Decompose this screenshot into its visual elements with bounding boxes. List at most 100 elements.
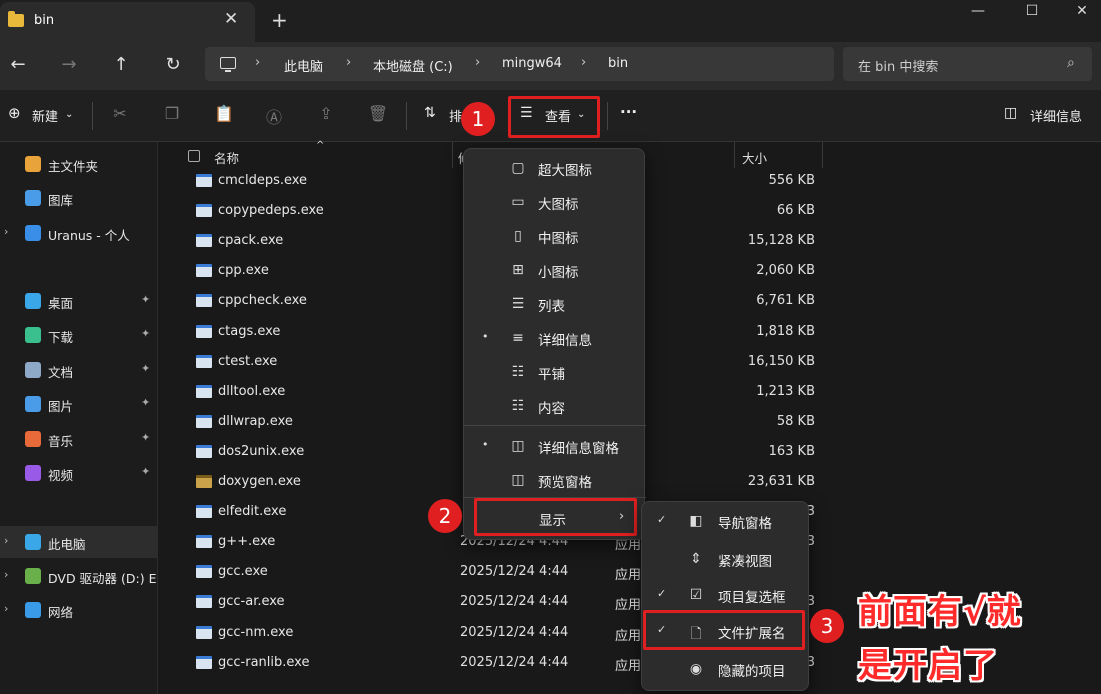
view-menu-item[interactable]: ▯ 中图标 xyxy=(464,219,644,253)
details-pane-icon[interactable]: ◫ xyxy=(1004,105,1017,121)
view-menu-item-label: 预览窗格 xyxy=(538,475,592,491)
executable-icon xyxy=(196,414,212,428)
sidebar-item[interactable]: › 此电脑 xyxy=(0,526,158,558)
sidebar-item[interactable]: › DVD 驱动器 (D:) E xyxy=(0,560,158,592)
breadcrumb-chevron-icon[interactable]: › xyxy=(346,55,351,70)
preview-pane-icon: ◫ xyxy=(511,472,525,488)
view-lines-icon[interactable]: ☰ xyxy=(520,105,533,121)
cut-icon[interactable]: ✂ xyxy=(108,104,132,123)
sidebar-item[interactable]: 视频 ✦ xyxy=(0,457,158,489)
executable-icon xyxy=(196,595,212,609)
sidebar-item-label: 文档 xyxy=(48,365,74,380)
sort-button[interactable]: 排 xyxy=(449,106,462,125)
breadcrumb-mingw64[interactable]: mingw64 xyxy=(502,56,562,71)
sidebar-item[interactable]: 文档 ✦ xyxy=(0,354,158,386)
pin-icon[interactable]: ✦ xyxy=(141,327,150,340)
show-menu-item[interactable]: ✓ ◧ 导航窗格 xyxy=(642,504,808,538)
column-divider[interactable] xyxy=(734,142,735,168)
breadcrumb-this-pc[interactable]: 此电脑 xyxy=(284,56,323,75)
show-menu-item-label: 项目复选框 xyxy=(718,590,786,606)
copy-icon[interactable]: ❐ xyxy=(160,104,184,123)
rename-icon[interactable]: Ⓐ xyxy=(262,104,286,128)
file-size: 16,150 KB xyxy=(747,353,815,369)
view-menu-item[interactable]: ◫ 预览窗格 xyxy=(464,463,644,497)
column-divider[interactable] xyxy=(822,142,823,168)
show-menu-item[interactable]: ⇕ 紧凑视图 xyxy=(642,542,808,576)
close-tab-icon[interactable]: ✕ xyxy=(224,9,238,29)
sort-icon[interactable]: ⇅ xyxy=(424,105,436,121)
file-name: doxygen.exe xyxy=(218,474,301,489)
view-menu-item[interactable]: ▭ 大图标 xyxy=(464,185,644,219)
sidebar-item[interactable]: 图片 ✦ xyxy=(0,388,158,420)
show-menu-item[interactable]: ◉ 隐藏的项目 xyxy=(642,652,808,686)
executable-icon xyxy=(196,535,212,549)
file-name: cmcldeps.exe xyxy=(218,173,308,188)
back-button[interactable]: ← xyxy=(4,54,32,75)
download-icon xyxy=(25,327,41,343)
chevron-right-icon[interactable]: › xyxy=(4,568,8,581)
chevron-down-icon[interactable]: ⌄ xyxy=(577,109,585,120)
delete-icon[interactable]: 🗑 xyxy=(366,104,390,123)
chevron-down-icon[interactable]: ⌄ xyxy=(65,109,73,120)
sidebar-item-label: DVD 驱动器 (D:) E xyxy=(48,571,157,586)
sidebar-item[interactable]: 桌面 ✦ xyxy=(0,285,158,317)
tab-bin[interactable]: bin ✕ xyxy=(0,2,255,42)
view-menu-item[interactable]: • ◫ 详细信息窗格 xyxy=(464,429,644,463)
more-options-button[interactable]: ··· xyxy=(620,103,637,121)
divider xyxy=(607,102,608,130)
chevron-right-icon[interactable]: › xyxy=(4,534,8,547)
breadcrumb-local-disk[interactable]: 本地磁盘 (C:) xyxy=(373,56,453,75)
view-menu-item[interactable]: • ≡ 详细信息 xyxy=(464,321,644,355)
search-box[interactable]: 在 bin 中搜索 ⌕ xyxy=(843,47,1092,81)
view-button[interactable]: 查看 xyxy=(545,106,571,125)
sidebar-item[interactable]: › Uranus - 个人 xyxy=(0,217,158,249)
share-icon[interactable]: ⇪ xyxy=(314,104,338,123)
new-plus-icon[interactable]: ⊕ xyxy=(8,104,21,122)
gallery-icon xyxy=(25,190,41,206)
sidebar-item[interactable]: 主文件夹 xyxy=(0,148,158,180)
column-size[interactable]: 大小 xyxy=(742,148,767,167)
pin-icon[interactable]: ✦ xyxy=(141,431,150,444)
search-icon[interactable]: ⌕ xyxy=(1067,55,1075,71)
view-menu-item[interactable]: ⊞ 小图标 xyxy=(464,253,644,287)
view-menu-item[interactable]: ▢ 超大图标 xyxy=(464,151,644,185)
details-button[interactable]: 详细信息 xyxy=(1030,106,1082,125)
view-menu-item[interactable]: ☷ 内容 xyxy=(464,389,644,423)
up-button[interactable]: ↑ xyxy=(107,54,135,75)
cloud-icon xyxy=(25,225,41,241)
view-menu-item[interactable]: ☰ 列表 xyxy=(464,287,644,321)
select-all-checkbox[interactable] xyxy=(188,150,200,162)
minimize-button[interactable]: — xyxy=(958,3,998,19)
file-row[interactable]: gcc.exe 2025/12/24 4:44 应用 xyxy=(158,557,1101,587)
chevron-right-icon[interactable]: › xyxy=(4,225,8,238)
breadcrumb-bin[interactable]: bin xyxy=(608,56,628,71)
show-menu-item[interactable]: ✓ ☑ 项目复选框 xyxy=(642,578,808,612)
forward-button[interactable]: → xyxy=(55,54,83,75)
new-tab-button[interactable]: + xyxy=(271,8,288,32)
paste-icon[interactable]: 📋 xyxy=(212,104,236,123)
sidebar-item[interactable]: › 网络 xyxy=(0,594,158,626)
maximize-button[interactable]: ☐ xyxy=(1012,3,1052,19)
breadcrumb-chevron-icon[interactable]: › xyxy=(581,55,586,70)
close-window-button[interactable]: ✕ xyxy=(1062,3,1101,19)
refresh-button[interactable]: ↻ xyxy=(159,54,187,75)
pin-icon[interactable]: ✦ xyxy=(141,396,150,409)
executable-icon xyxy=(196,505,212,519)
sidebar-item-label: 网络 xyxy=(48,605,74,620)
file-size: 23,631 KB xyxy=(747,474,815,489)
new-button[interactable]: 新建 xyxy=(32,106,58,125)
breadcrumb-chevron-icon[interactable]: › xyxy=(475,55,480,70)
column-divider[interactable] xyxy=(452,142,453,168)
breadcrumb-chevron-icon[interactable]: › xyxy=(255,55,260,70)
chevron-right-icon[interactable]: › xyxy=(4,602,8,615)
sidebar-item[interactable]: 下载 ✦ xyxy=(0,319,158,351)
pin-icon[interactable]: ✦ xyxy=(141,362,150,375)
view-menu-item[interactable]: ☷ 平铺 xyxy=(464,355,644,389)
file-name: gcc-nm.exe xyxy=(218,624,294,640)
pin-icon[interactable]: ✦ xyxy=(141,293,150,306)
sidebar-item[interactable]: 音乐 ✦ xyxy=(0,423,158,455)
pin-icon[interactable]: ✦ xyxy=(141,465,150,478)
column-name[interactable]: 名称 xyxy=(214,148,239,167)
address-bar[interactable]: › 此电脑 › 本地磁盘 (C:) › mingw64 › bin xyxy=(205,47,834,81)
sidebar-item[interactable]: 图库 xyxy=(0,182,158,214)
